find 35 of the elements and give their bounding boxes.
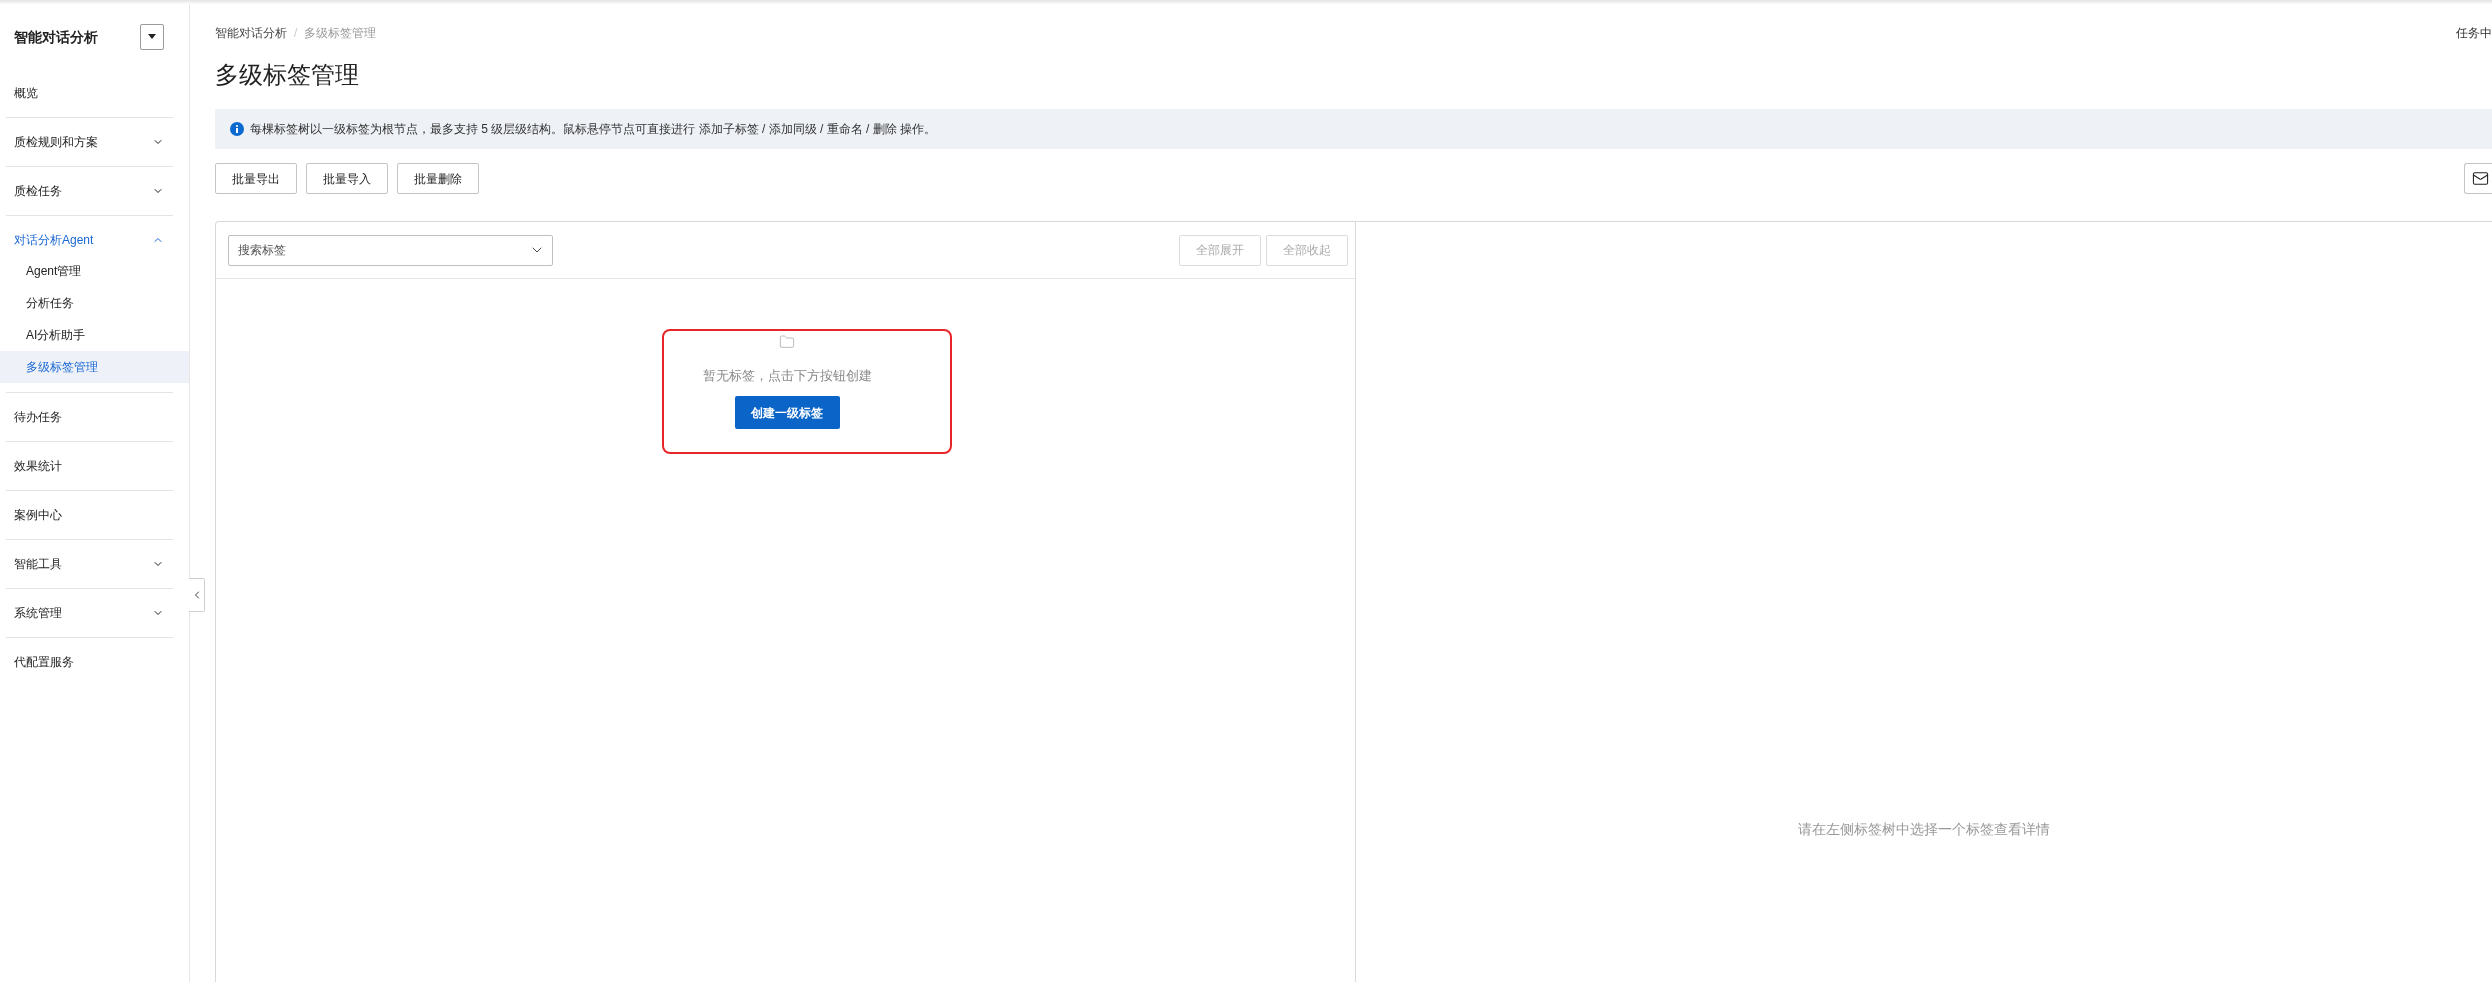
folder-icon (779, 334, 795, 350)
nav-item[interactable]: 效果统计 (0, 442, 189, 490)
nav-item[interactable]: 案例中心 (0, 491, 189, 539)
mail-icon (2472, 170, 2489, 187)
collapse-toggle[interactable] (189, 578, 205, 612)
create-button[interactable]: 创建一级标签 (734, 396, 840, 429)
search-field[interactable]: 搜索标签 (228, 234, 553, 266)
nav-item[interactable]: 质检任务 (0, 167, 189, 215)
nav-item[interactable]: 质检规则和方案 (0, 118, 189, 166)
mail-button[interactable] (2464, 163, 2492, 194)
toolbar-button[interactable]: 批量导出 (215, 163, 297, 194)
toolbar-button[interactable]: 批量删除 (397, 163, 479, 194)
dropdown-button[interactable] (140, 23, 164, 50)
detail-message: 请在左侧标签树中选择一个标签查看详情 (1798, 820, 2050, 839)
toolbar-button[interactable]: 批量导入 (306, 163, 388, 194)
info-icon (230, 122, 244, 136)
nav-item[interactable]: 对话分析Agent (0, 216, 189, 255)
submenu-item[interactable]: 多级标签管理 (0, 351, 189, 383)
header-link[interactable]: 任务中 (2456, 25, 2492, 41)
submenu-item[interactable]: 分析任务 (0, 287, 189, 319)
nav-item[interactable]: 待办任务 (0, 393, 189, 441)
empty-message: 暂无标签，点击下方按钮创建 (702, 367, 872, 385)
breadcrumb-separator: / (294, 25, 298, 41)
submenu-item[interactable]: AI分析助手 (0, 319, 189, 351)
notice-text: 每棵标签树以一级标签为根节点，最多支持 5 级层级结构。鼠标悬停节点可直接进行 添加子标签 / 添加同级 / 重命名 / 删除 操作。 (250, 121, 936, 137)
page-title: 多级标签管理 (215, 60, 359, 90)
caret-down-icon (148, 34, 156, 39)
submenu-item[interactable]: Agent管理 (0, 255, 189, 287)
nav-item[interactable]: 智能工具 (0, 540, 189, 588)
sidebar-title: 智能对话分析 (14, 27, 98, 46)
nav-item[interactable]: 代配置服务 (0, 638, 189, 686)
breadcrumb-link[interactable]: 智能对话分析 (215, 25, 287, 41)
nav-item[interactable]: 概览 (0, 69, 189, 117)
breadcrumb-current: 多级标签管理 (304, 25, 377, 41)
nav-item[interactable]: 系统管理 (0, 589, 189, 637)
